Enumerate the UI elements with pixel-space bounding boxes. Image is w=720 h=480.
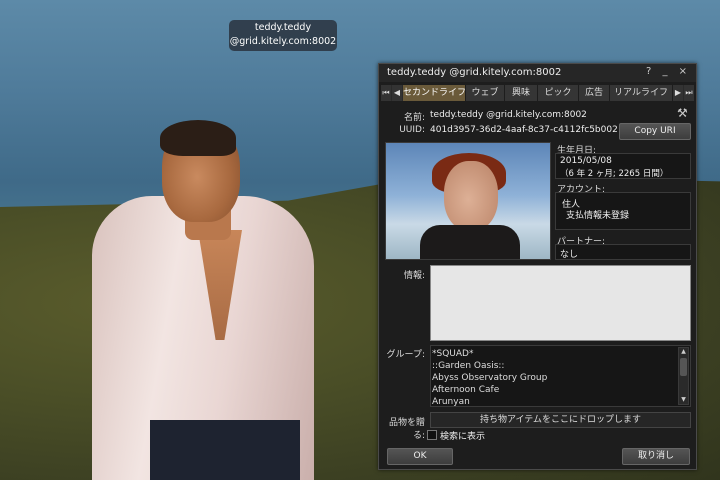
name-label: 名前: [403,113,425,123]
avatar-hair [160,120,236,156]
groups-scrollbar[interactable]: ▲ ▼ [678,347,689,405]
about-text-area[interactable] [430,265,691,341]
tab-first-arrow-icon[interactable]: ⏮ [381,85,391,101]
tab-classifieds[interactable]: 広告 [579,85,610,101]
tab-real-life[interactable]: リアルライフ [610,85,673,101]
group-item[interactable]: Afternoon Cafe [432,385,499,395]
tab-picks[interactable]: ピック [538,85,579,101]
avatar-name-tag: teddy.teddy @grid.kitely.com:8002 [229,20,337,51]
group-item[interactable]: *SQUAD* [432,349,473,359]
ok-button[interactable]: OK [387,448,453,465]
info-label: 情報: [403,271,425,281]
titlebar-controls[interactable]: ? _ × [646,66,691,77]
partner-box: なし [555,244,691,260]
tab-web[interactable]: ウェブ [466,85,505,101]
account-box: 住人 支払情報未登録 [555,192,691,230]
uuid-label: UUID: [399,125,425,135]
tab-last-arrow-icon[interactable]: ⏭ [684,85,694,101]
inventory-drop-zone[interactable]: 持ち物アイテムをここにドロップします [430,412,691,428]
account-payment: 支払情報未登録 [566,211,630,221]
tab-next-arrow-icon[interactable]: ▶ [673,85,683,101]
tab-prev-arrow-icon[interactable]: ◀ [392,85,402,101]
scroll-thumb[interactable] [680,358,687,376]
uuid-value: 401d3957-36d2-4aaf-8c37-c4112fc5b002 [430,125,618,135]
show-in-search-label: 検索に表示 [440,432,486,442]
avatar-pants [150,420,300,480]
groups-label: グループ: [386,350,426,360]
group-item[interactable]: ::Garden Oasis:: [432,361,504,371]
partner-value: なし [560,250,579,260]
profile-floater: teddy.teddy @grid.kitely.com:8002 ? _ × … [378,63,697,470]
name-tag-line-1: teddy.teddy [254,22,312,33]
tools-icon[interactable]: ⚒ [677,106,688,120]
tab-second-life[interactable]: セカンドライフ [403,85,466,101]
birthdate-age: （6 年 2 ヶ月; 2265 日間） [560,169,669,179]
birthdate-value: 2015/05/08 [560,156,612,166]
floater-title: teddy.teddy @grid.kitely.com:8002 [387,67,562,78]
birthdate-box: 2015/05/08 （6 年 2 ヶ月; 2265 日間） [555,153,691,179]
tab-interests[interactable]: 興味 [505,85,538,101]
profile-picture-face [444,161,498,231]
give-item-label: 品物を贈る: [388,418,425,441]
show-in-search-checkbox[interactable] [427,430,437,440]
scroll-down-icon[interactable]: ▼ [679,396,688,404]
profile-picture[interactable] [385,142,551,260]
profile-picture-body [420,225,520,259]
name-value: teddy.teddy @grid.kitely.com:8002 [430,110,587,120]
group-item[interactable]: Abyss Observatory Group [432,373,547,383]
scroll-up-icon[interactable]: ▲ [679,348,688,356]
floater-titlebar[interactable]: teddy.teddy @grid.kitely.com:8002 ? _ × [379,64,696,82]
copy-uri-button[interactable]: Copy URI [619,123,691,140]
profile-tabs: ⏮ ◀ セカンドライフ ウェブ 興味 ピック 広告 リアルライフ ▶ ⏭ [381,85,694,101]
name-tag-line-2: @grid.kitely.com:8002 [229,36,337,47]
group-item[interactable]: Arunyan [432,397,470,407]
cancel-button[interactable]: 取り消し [622,448,690,465]
